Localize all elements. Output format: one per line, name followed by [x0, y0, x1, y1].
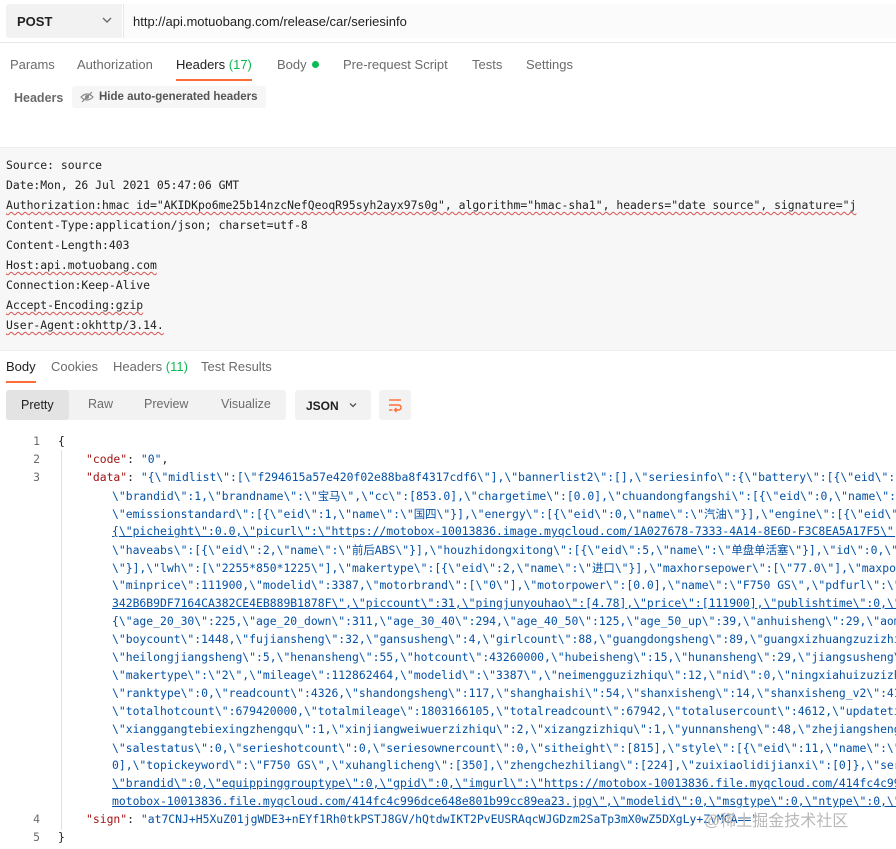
header-line: Content-Type:application/json; charset=u…: [6, 218, 308, 232]
tab-headers-label: Headers: [176, 57, 226, 72]
raw-headers-panel: Source: source Date:Mon, 26 Jul 2021 05:…: [0, 147, 896, 351]
format-preview-button[interactable]: Preview: [144, 397, 188, 411]
line-number: 1: [33, 434, 40, 448]
code-wrap-line: 0],\"topickeyword\":\"F750 GS\",\"xuhang…: [112, 758, 896, 772]
code-wrap-line: \"haveabs\":[{\"eid\":2,\"name\":\"前后ABS…: [112, 543, 896, 557]
header-line: Source: source: [6, 158, 103, 172]
header-line-text: Accept-Encoding:gzip: [6, 298, 144, 312]
headers-title: Headers: [14, 91, 64, 105]
json-key: "data": [86, 470, 128, 484]
header-line: Content-Length:403: [6, 238, 130, 252]
code-wrap-line: \"totalhotcount\":679420000,\"totalmilea…: [112, 704, 896, 718]
header-line-text: User-Agent:okhttp/3.14.: [6, 318, 164, 332]
headers-toolbar: Headers Hide auto-generated headers: [0, 84, 896, 112]
header-line: Authorization:hmac id="AKIDKpo6me25b14nz…: [6, 198, 856, 212]
line-number: 2: [33, 452, 40, 466]
json-value: "at7CNJ+H5XuZ01jgWDE3+nEYf1Rh0tkPSTJ8GV/…: [140, 812, 759, 826]
tab-response-headers[interactable]: Headers (11): [113, 359, 188, 374]
code-line: "sign": "at7CNJ+H5XuZ01jgWDE3+nEYf1Rh0tk…: [86, 812, 759, 826]
code-wrap-line[interactable]: \"brandid\":0,\"equippinggrouptype\":0,\…: [112, 776, 896, 790]
watermark: @稀土掘金技术社区: [704, 813, 849, 830]
response-tabs: Body Cookies Headers (11) Test Results: [0, 352, 896, 383]
tab-cookies[interactable]: Cookies: [51, 359, 98, 374]
tab-response-headers-count: (11): [165, 359, 188, 374]
url-text: http://api.motuobang.com/release/car/ser…: [133, 14, 407, 29]
request-tabs: Params Authorization Headers (17) Body P…: [0, 50, 896, 81]
code-brace-close: }: [58, 830, 65, 844]
tab-body[interactable]: Body: [277, 57, 319, 72]
hide-auto-headers-button[interactable]: Hide auto-generated headers: [72, 86, 266, 108]
tab-params[interactable]: Params: [10, 57, 55, 72]
line-number: 5: [33, 830, 40, 844]
header-line: Host:api.motuobang.com: [6, 258, 157, 272]
json-value: "0": [140, 452, 162, 466]
wrap-lines-button[interactable]: [379, 390, 411, 420]
url-bar: POST http://api.motuobang.com/release/ca…: [0, 0, 896, 43]
tab-authorization[interactable]: Authorization: [77, 57, 153, 72]
tab-test-results[interactable]: Test Results: [201, 359, 272, 374]
hide-auto-headers-label: Hide auto-generated headers: [99, 91, 258, 103]
body-status-dot: [311, 61, 319, 68]
code-wrap-line: \"emissionstandard\":[{\"eid\":1,\"name\…: [112, 507, 896, 521]
line-number: 4: [33, 812, 40, 826]
indent-guide: [61, 450, 62, 830]
language-select[interactable]: JSON: [295, 390, 371, 420]
tab-response-headers-label: Headers: [113, 359, 163, 374]
format-pretty-button[interactable]: Pretty: [6, 390, 69, 420]
code-wrap-line[interactable]: motobox-10013836.file.myqcloud.com/414fc…: [112, 794, 896, 808]
format-visualize-button[interactable]: Visualize: [221, 397, 271, 411]
tab-response-body[interactable]: Body: [6, 359, 36, 383]
code-wrap-line: \"ranktype\":0,\"readcount\":4326,\"shan…: [112, 686, 896, 700]
tab-body-label: Body: [277, 57, 307, 72]
tab-headers[interactable]: Headers (17): [176, 57, 252, 81]
line-number: 3: [33, 470, 40, 484]
eye-off-icon: [80, 91, 94, 103]
method-label: POST: [17, 14, 53, 29]
format-group: Pretty Raw Preview Visualize: [6, 390, 286, 420]
code-wrap-line: \"brandid\":1,\"brandname\":\"宝马\",\"cc\…: [112, 489, 896, 503]
code-wrap-line: \"minprice\":111900,\"modelid\":3387,\"m…: [112, 578, 896, 592]
code-wrap-line[interactable]: 342B6B9DF7164CA382CE4EB889B1878F\",\"pic…: [112, 596, 896, 610]
json-key: "code": [86, 452, 128, 466]
code-wrap-line: \"boycount\":1448,\"fujiansheng\":32,\"g…: [112, 632, 896, 646]
header-line: Connection:Keep-Alive: [6, 278, 151, 292]
code-wrap-line: \"heilongjiangsheng\":5,\"henansheng\":5…: [112, 650, 896, 664]
header-line: Accept-Encoding:gzip: [6, 298, 143, 312]
tab-tests[interactable]: Tests: [472, 57, 502, 72]
language-label: JSON: [306, 399, 339, 413]
code-wrap-line: \"xianggangtebiexingzhengqu\":1,\"xinjia…: [112, 722, 896, 736]
json-value: "{\"midlist\":[\"f294615a57e420f02e88ba8…: [140, 470, 896, 484]
header-line-text: Authorization:hmac id="AKIDKpo6me25b14nz…: [6, 198, 857, 212]
response-body-viewer[interactable]: 1 2 3 4 5 { "code": "0", "data": "{\"mid…: [0, 432, 896, 849]
method-select[interactable]: POST: [6, 4, 122, 38]
chevron-down-icon: [102, 17, 112, 23]
json-key: "sign": [86, 812, 128, 826]
chevron-down-icon: [349, 403, 357, 408]
header-line-text: Host:api.motuobang.com: [6, 258, 157, 272]
code-wrap-line: \"}],\"lwh\":[\"2255*850*1225\"],\"maker…: [112, 561, 896, 575]
code-line: "code": "0",: [86, 452, 169, 466]
code-wrap-line: \"makertype\":\"2\",\"mileage\":11286246…: [112, 668, 896, 682]
code-brace-open: {: [58, 434, 65, 448]
code-line: "data": "{\"midlist\":[\"f294615a57e420f…: [86, 470, 896, 484]
format-raw-button[interactable]: Raw: [88, 397, 113, 411]
header-line: Date:Mon, 26 Jul 2021 05:47:06 GMT: [6, 178, 240, 192]
tab-headers-count: (17): [228, 57, 252, 72]
code-wrap-line: \"salestatus\":0,\"serieshotcount\":0,\"…: [112, 741, 896, 755]
wrap-lines-icon: [389, 399, 402, 413]
code-wrap-line[interactable]: {\"picheight\":0.0,\"picurl\":\"https://…: [112, 524, 896, 538]
url-input[interactable]: http://api.motuobang.com/release/car/ser…: [123, 4, 896, 38]
header-line: User-Agent:okhttp/3.14.: [6, 318, 164, 332]
tab-settings[interactable]: Settings: [526, 57, 573, 72]
tab-prerequest-script[interactable]: Pre-request Script: [343, 57, 448, 72]
code-wrap-line: {\"age_20_30\":225,\"age_20_down\":311,\…: [112, 614, 896, 628]
